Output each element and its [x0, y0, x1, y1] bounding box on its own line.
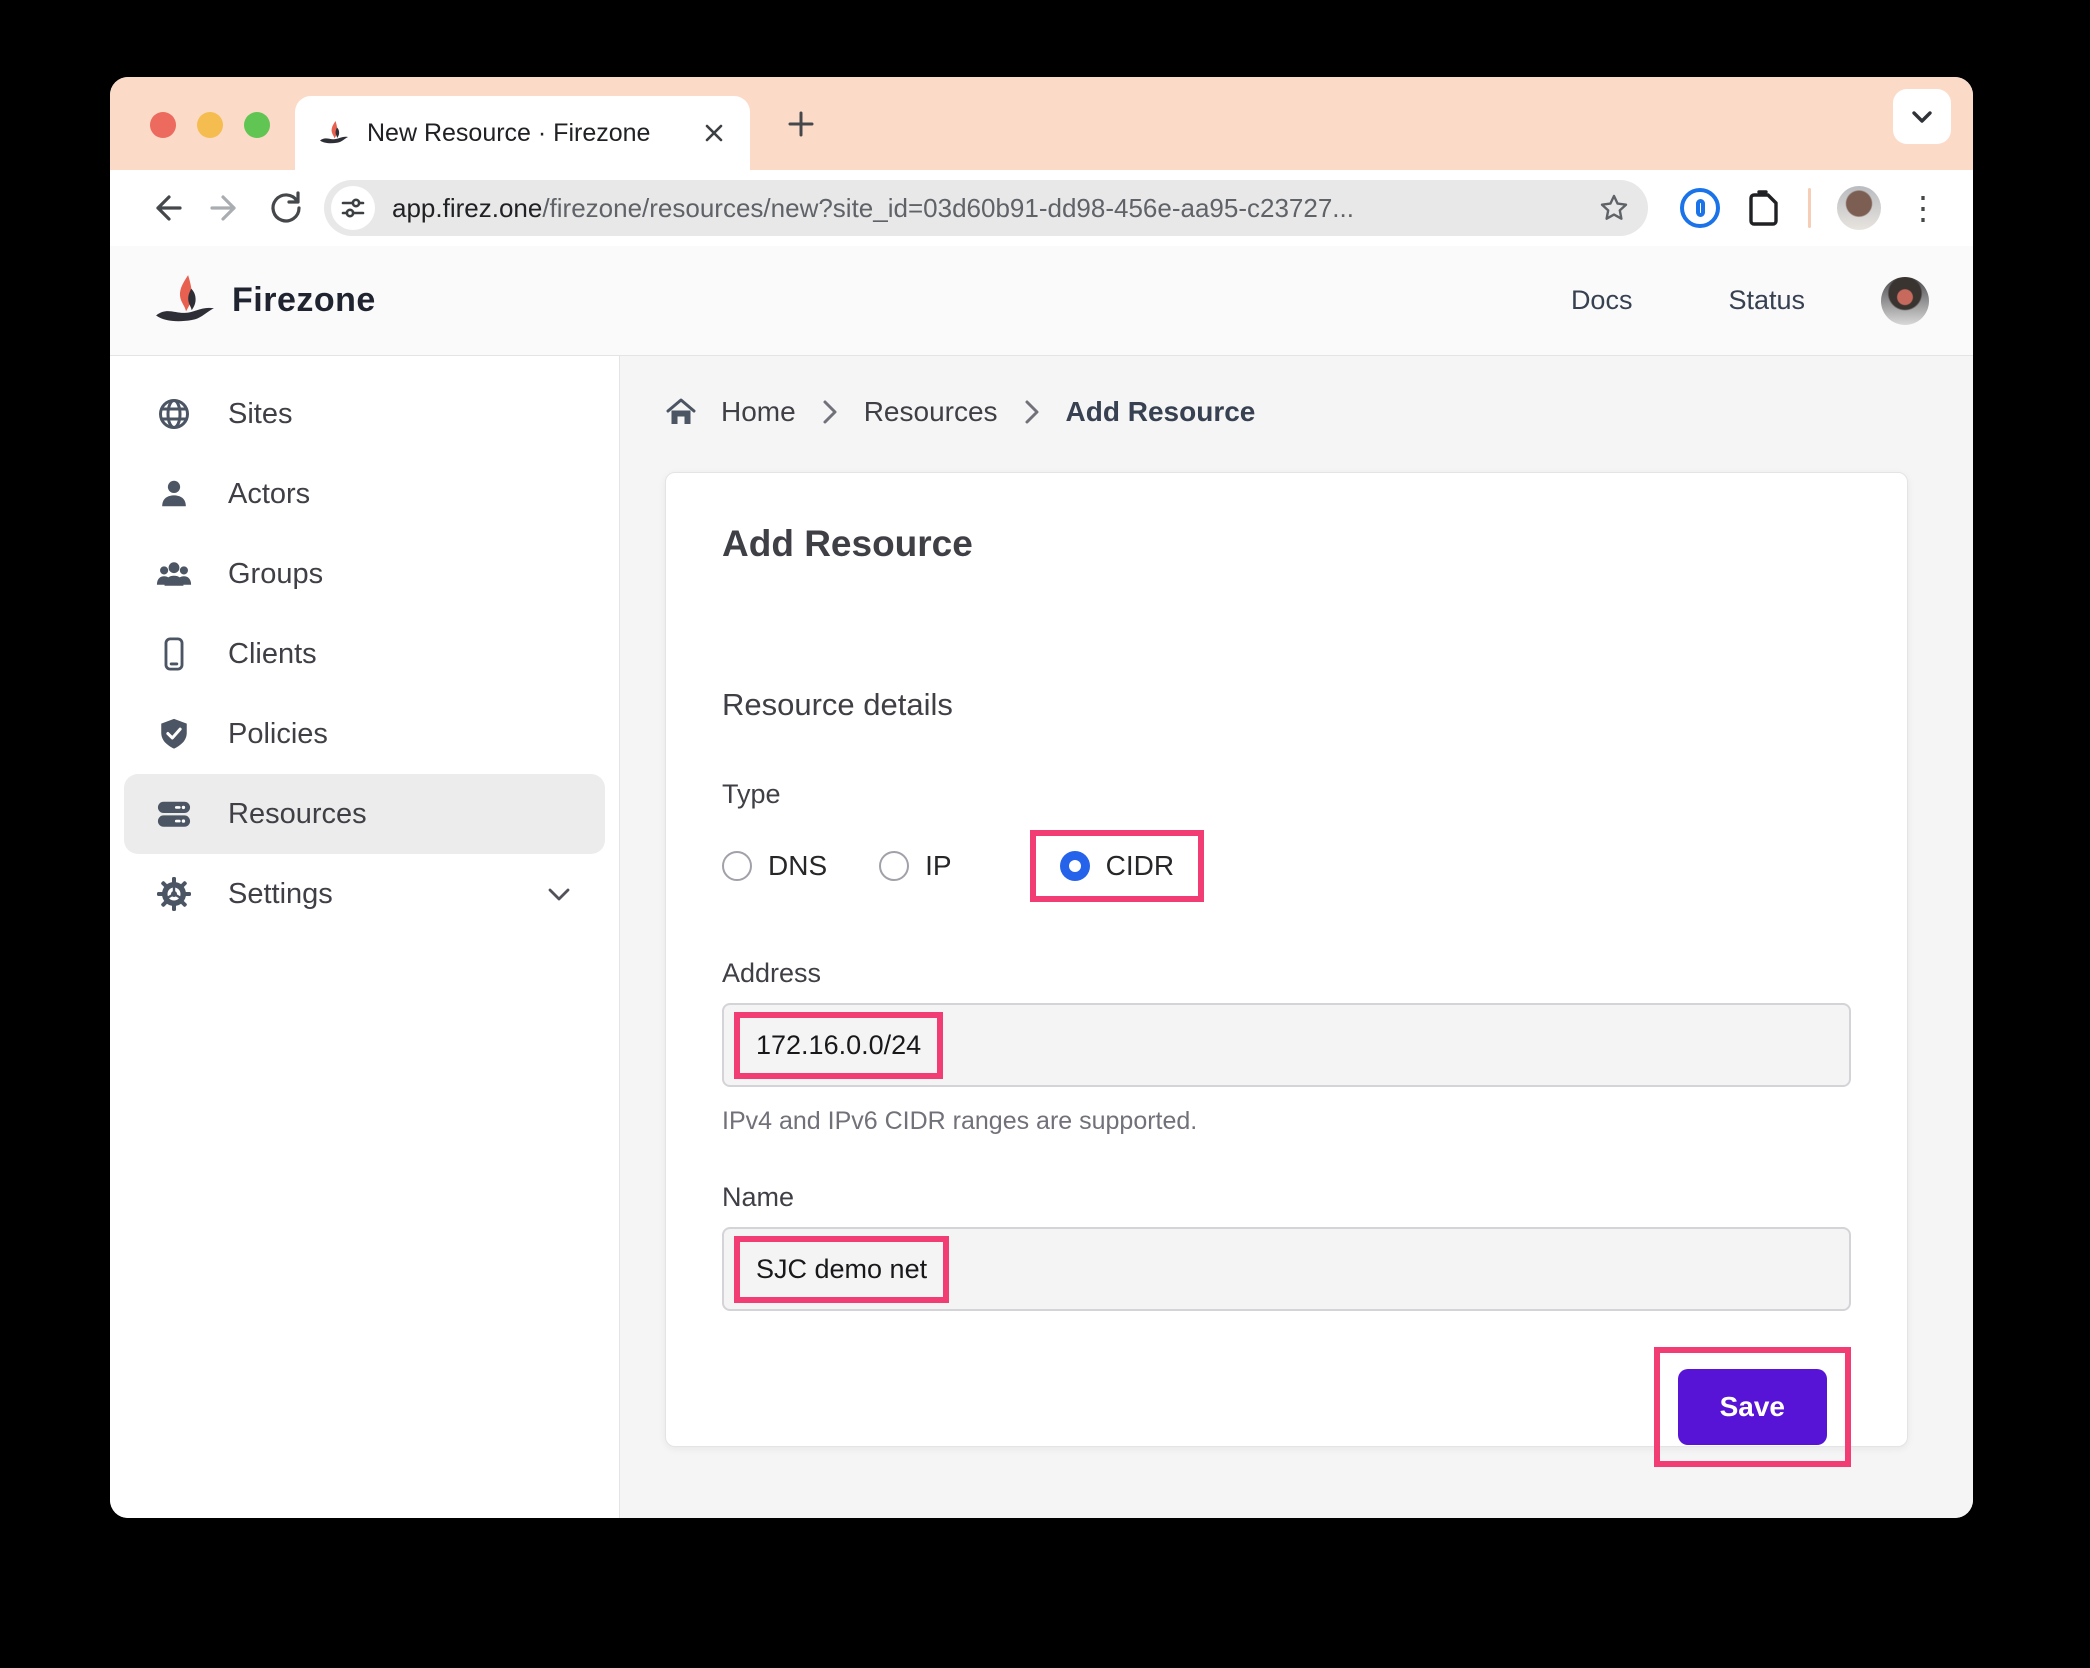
sidebar-item-sites[interactable]: Sites: [124, 374, 605, 454]
server-stack-icon: [156, 796, 192, 832]
sidebar-item-clients[interactable]: Clients: [124, 614, 605, 694]
main-content: Home Resources Add Resource Add Resource…: [620, 356, 1973, 1518]
browser-toolbar: app.firez.one/firezone/resources/new?sit…: [110, 170, 1973, 246]
radio-dns[interactable]: [722, 851, 752, 881]
firezone-logo-icon: [154, 274, 216, 328]
breadcrumb: Home Resources Add Resource: [665, 396, 1911, 428]
minimize-window-button[interactable]: [197, 112, 223, 138]
sidebar: Sites Actors Groups Clients Policies Res…: [110, 356, 620, 1518]
add-resource-card: Add Resource Resource details Type DNS I…: [665, 472, 1908, 1467]
zoom-window-button[interactable]: [244, 112, 270, 138]
window-controls: [150, 112, 270, 138]
sidebar-item-label: Actors: [228, 477, 311, 510]
sidebar-item-label: Settings: [228, 877, 333, 910]
radio-option-cidr[interactable]: CIDR: [1059, 850, 1175, 882]
user-icon: [156, 476, 192, 512]
annotation-box-cidr: CIDR: [1029, 830, 1205, 902]
radio-cidr-label: CIDR: [1105, 850, 1175, 881]
home-icon[interactable]: [665, 397, 697, 427]
sidebar-item-label: Groups: [228, 557, 324, 590]
name-label: Name: [722, 1182, 795, 1212]
sidebar-item-actors[interactable]: Actors: [124, 454, 605, 534]
url-text[interactable]: app.firez.one/firezone/resources/new?sit…: [392, 193, 1598, 224]
sidebar-item-groups[interactable]: Groups: [124, 534, 605, 614]
radio-ip[interactable]: [879, 851, 910, 881]
user-avatar[interactable]: [1881, 276, 1929, 325]
page-title: Add Resource: [722, 523, 973, 564]
sidebar-item-label: Sites: [228, 397, 293, 430]
tab-search-button[interactable]: [1893, 89, 1951, 144]
radio-option-dns[interactable]: DNS: [722, 850, 827, 882]
browser-profile-avatar[interactable]: [1837, 186, 1881, 230]
url-path: /firezone/resources/new?site_id=03d60b91…: [542, 192, 1354, 223]
tab-title: New Resource · Firezone: [367, 118, 651, 147]
address-label: Address: [722, 958, 822, 988]
password-manager-extension-icon[interactable]: [1680, 188, 1720, 228]
sidebar-item-label: Policies: [228, 717, 328, 750]
save-row: Save: [722, 1347, 1851, 1467]
radio-cidr[interactable]: [1059, 851, 1090, 881]
sidebar-item-label: Resources: [228, 797, 367, 830]
browser-menu-icon[interactable]: ⋮: [1907, 192, 1939, 224]
chevron-down-icon: [545, 880, 573, 908]
sidebar-item-policies[interactable]: Policies: [124, 694, 605, 774]
gear-icon: [156, 876, 192, 912]
name-input[interactable]: SJC demo net: [722, 1227, 1851, 1311]
forward-icon[interactable]: [204, 186, 248, 230]
reload-icon[interactable]: [264, 186, 308, 230]
mobile-icon: [156, 636, 192, 672]
firezone-brand[interactable]: Firezone: [154, 274, 376, 328]
browser-window: New Resource · Firezone app.firez.one/fi…: [110, 77, 1973, 1518]
chevron-right-icon: [1022, 398, 1042, 426]
close-window-button[interactable]: [150, 112, 176, 138]
radio-dns-label: DNS: [768, 850, 828, 881]
breadcrumb-resources[interactable]: Resources: [864, 396, 998, 428]
sidebar-item-label: Clients: [228, 637, 317, 670]
shield-check-icon: [156, 716, 192, 752]
radio-option-ip[interactable]: IP: [879, 850, 952, 882]
breadcrumb-home[interactable]: Home: [721, 396, 796, 428]
status-link[interactable]: Status: [1680, 285, 1853, 316]
globe-icon: [156, 396, 192, 432]
extension-icon[interactable]: [1746, 189, 1782, 227]
app-header: Firezone Docs Status: [110, 246, 1973, 356]
address-value: 172.16.0.0/24: [734, 1011, 944, 1079]
sidebar-item-resources[interactable]: Resources: [124, 774, 605, 854]
address-input[interactable]: 172.16.0.0/24: [722, 1003, 1851, 1087]
sidebar-item-settings[interactable]: Settings: [124, 854, 605, 934]
radio-ip-label: IP: [925, 850, 952, 881]
docs-link[interactable]: Docs: [1523, 285, 1681, 316]
firezone-favicon-icon: [319, 120, 349, 147]
section-title: Resource details: [722, 687, 953, 722]
address-help-text: IPv4 and IPv6 CIDR ranges are supported.: [722, 1107, 1198, 1135]
header-links: Docs Status: [1523, 276, 1929, 325]
brand-name: Firezone: [232, 281, 376, 319]
name-value: SJC demo net: [734, 1235, 950, 1303]
app-body: Sites Actors Groups Clients Policies Res…: [110, 356, 1973, 1518]
users-icon: [156, 556, 192, 592]
type-label: Type: [722, 779, 781, 809]
save-button[interactable]: Save: [1677, 1369, 1827, 1445]
tab-strip: New Resource · Firezone: [110, 77, 1973, 170]
toolbar-extensions: ⋮: [1680, 186, 1939, 230]
type-radio-group: DNS IP CIDR: [722, 830, 1851, 902]
annotation-box-save: Save: [1653, 1347, 1851, 1467]
new-tab-button[interactable]: [778, 101, 824, 147]
breadcrumb-add-resource: Add Resource: [1065, 396, 1256, 427]
browser-tab[interactable]: New Resource · Firezone: [295, 96, 750, 170]
url-domain: app.firez.one: [392, 192, 543, 223]
back-icon[interactable]: [144, 186, 188, 230]
site-settings-icon[interactable]: [331, 186, 375, 230]
chevron-right-icon: [820, 398, 840, 426]
toolbar-divider: [1808, 188, 1811, 228]
url-bar[interactable]: app.firez.one/firezone/resources/new?sit…: [324, 180, 1648, 236]
bookmark-star-icon[interactable]: [1598, 192, 1630, 224]
tab-close-icon[interactable]: [702, 121, 726, 145]
